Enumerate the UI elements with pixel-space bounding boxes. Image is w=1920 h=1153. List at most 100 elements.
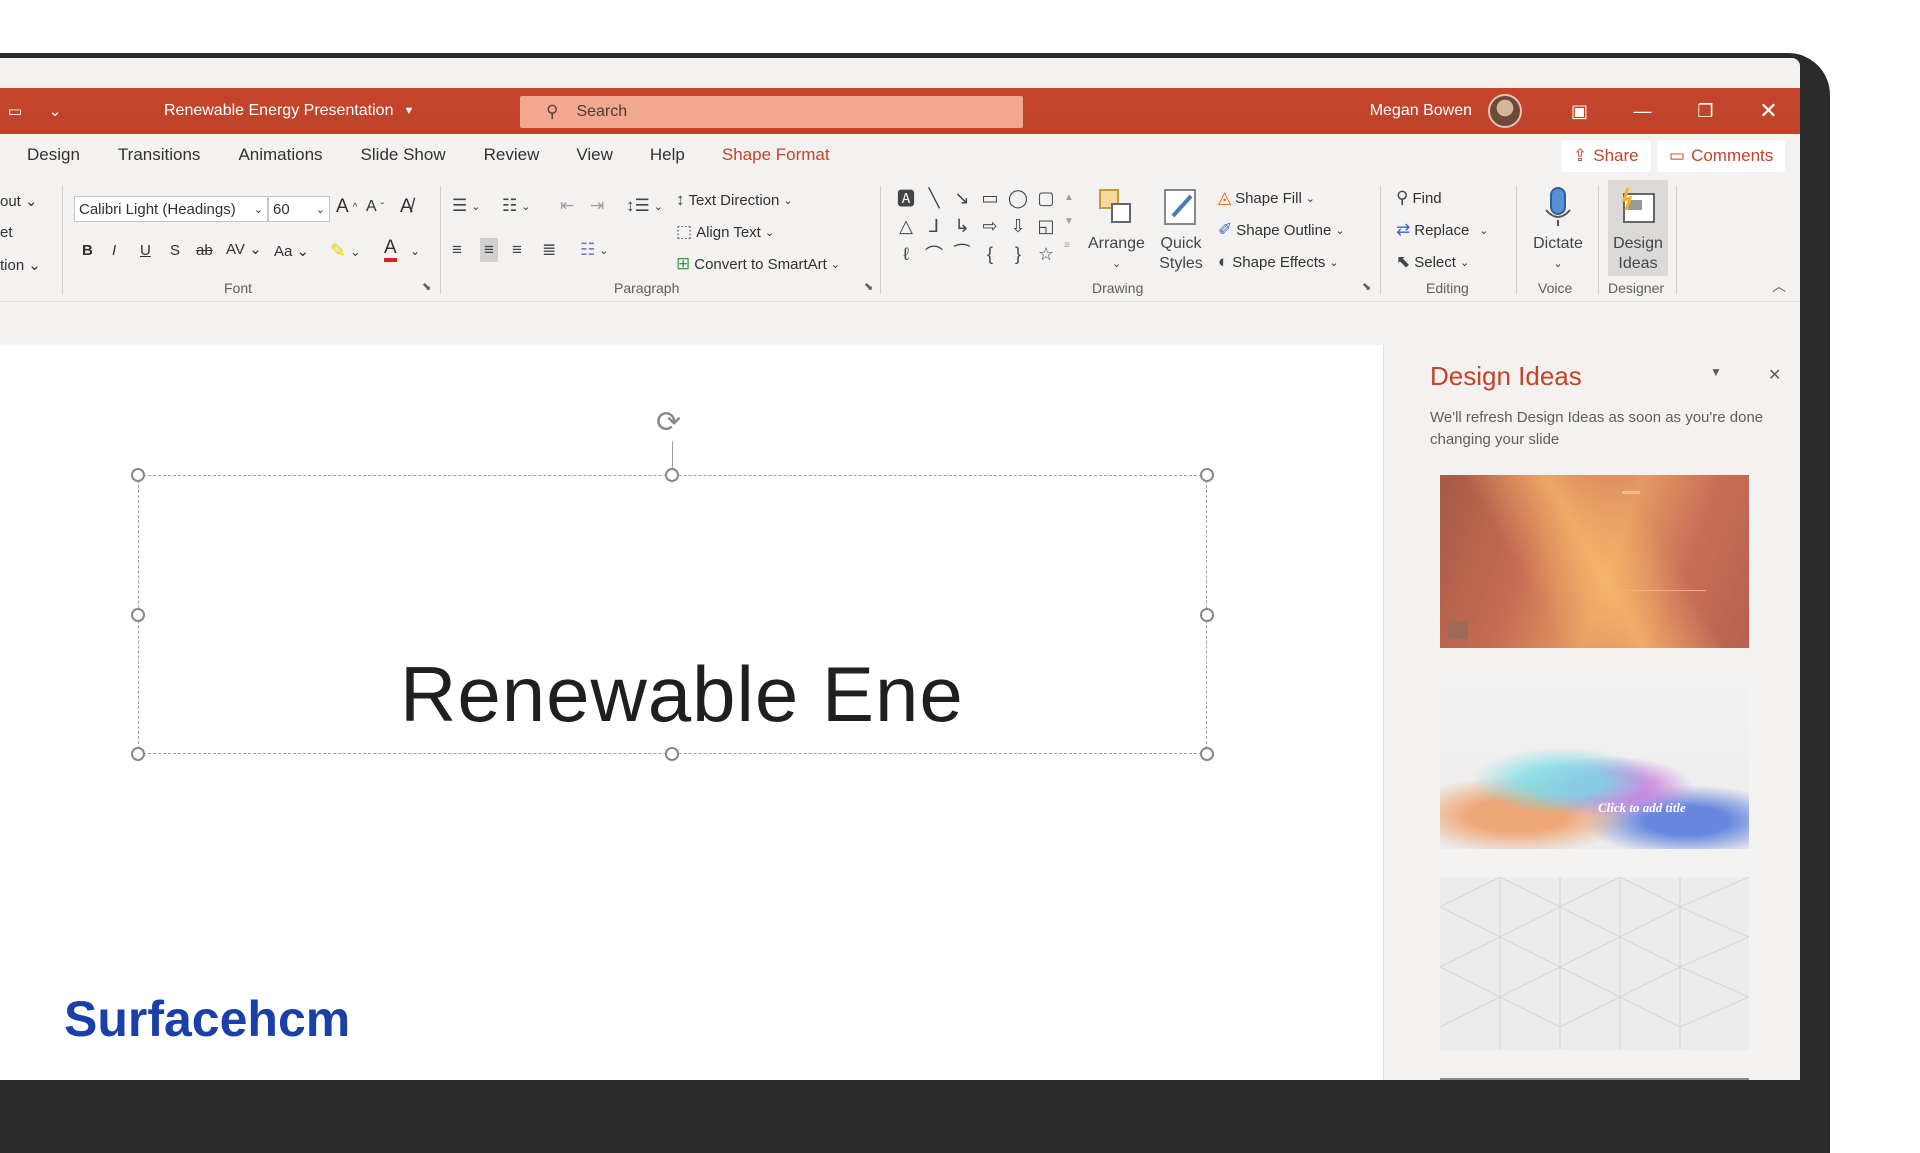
design-ideas-button[interactable]: Design Ideas <box>1608 180 1668 276</box>
section-partial-button[interactable]: tion ⌄ <box>0 256 41 275</box>
italic-icon[interactable]: I <box>112 242 116 259</box>
highlight-icon[interactable]: ✎ ⌄ <box>330 240 361 263</box>
left-brace-shape-icon[interactable]: { <box>976 240 1004 268</box>
tab-shape-format[interactable]: Shape Format <box>722 145 830 165</box>
reset-partial-button[interactable]: et <box>0 224 13 241</box>
elbow-arrow-icon[interactable]: ↳ <box>948 212 976 240</box>
close-icon[interactable]: ✕ <box>1768 365 1781 385</box>
tab-help[interactable]: Help <box>650 145 685 165</box>
font-size-dropdown[interactable]: 60 ⌄ <box>268 196 330 222</box>
convert-smartart-button[interactable]: ⊞ Convert to SmartArt ⌄ <box>676 254 840 274</box>
minimize-icon[interactable]: — <box>1611 101 1674 122</box>
search-box[interactable]: ⚲ Search <box>520 96 1023 128</box>
font-name-dropdown[interactable]: Calibri Light (Headings) ⌄ <box>74 196 268 222</box>
curve-shape-icon[interactable]: ⁀ <box>948 240 976 268</box>
slide-icon[interactable]: ▭ <box>0 102 30 120</box>
shapes-gallery[interactable]: 🅰 ╲ ↘ ▭ ◯ ▢ △ ⅃ ↳ ⇨ ⇩ ◱ ℓ ⌒ ⁀ { } ☆ <box>892 184 1067 270</box>
decrease-font-size-icon[interactable]: Aˇ <box>366 198 384 216</box>
arrow-line-shape-icon[interactable]: ↘ <box>948 184 976 212</box>
right-brace-shape-icon[interactable]: } <box>1004 240 1032 268</box>
down-arrow-shape-icon[interactable]: ⇩ <box>1004 212 1032 240</box>
decrease-indent-icon[interactable]: ⇤ <box>560 196 574 216</box>
elbow-connector-icon[interactable]: ⅃ <box>920 212 948 240</box>
bullets-icon[interactable]: ☰ ⌄ <box>452 196 480 216</box>
dialog-launcher-icon[interactable]: ⬊ <box>422 280 431 293</box>
slide-title-text[interactable]: Renewable Ene <box>400 649 964 740</box>
triangle-shape-icon[interactable]: △ <box>892 212 920 240</box>
replace-button[interactable]: ⇄ Replace ⌄ <box>1396 220 1489 240</box>
customize-qat-icon[interactable]: ⌄ <box>40 102 70 120</box>
align-left-icon[interactable]: ≡ <box>452 240 462 260</box>
close-icon[interactable]: ✕ <box>1737 98 1800 124</box>
layout-partial-button[interactable]: out ⌄ <box>0 192 37 211</box>
resize-handle-bottom-left[interactable] <box>131 747 145 761</box>
bold-icon[interactable]: B <box>82 242 93 259</box>
share-button[interactable]: ⇪ Share <box>1561 140 1651 172</box>
chevron-down-icon[interactable]: ▼ <box>1710 365 1722 379</box>
right-arrow-shape-icon[interactable]: ⇨ <box>976 212 1004 240</box>
gallery-scroll-icon[interactable]: ▲ ▼ ≡ <box>1064 186 1074 258</box>
resize-handle-top-right[interactable] <box>1200 468 1214 482</box>
star-shape-icon[interactable]: ☆ <box>1032 240 1060 268</box>
resize-handle-right[interactable] <box>1200 608 1214 622</box>
text-box-shape-icon[interactable]: 🅰 <box>892 184 920 212</box>
tab-animations[interactable]: Animations <box>238 145 322 165</box>
shape-fill-button[interactable]: ◬ Shape Fill ⌄ <box>1218 188 1315 208</box>
change-case-icon[interactable]: Aa ⌄ <box>274 242 309 260</box>
columns-icon[interactable]: ☷ ⌄ <box>580 240 608 260</box>
increase-indent-icon[interactable]: ⇥ <box>590 196 604 216</box>
line-spacing-icon[interactable]: ↕☰ ⌄ <box>626 196 663 216</box>
select-button[interactable]: ⬉ Select ⌄ <box>1396 252 1469 272</box>
shape-outline-button[interactable]: ✐ Shape Outline ⌄ <box>1218 220 1345 240</box>
dialog-launcher-icon[interactable]: ⬊ <box>1362 280 1371 293</box>
text-direction-button[interactable]: ↕ Text Direction ⌄ <box>676 190 793 210</box>
font-color-icon[interactable]: A <box>384 238 397 262</box>
tab-design[interactable]: Design <box>27 145 80 165</box>
tab-slide-show[interactable]: Slide Show <box>361 145 446 165</box>
underline-icon[interactable]: U <box>140 242 151 259</box>
arrange-button[interactable]: Arrange ⌄ <box>1088 186 1145 274</box>
justify-icon[interactable]: ≣ <box>542 240 556 260</box>
resize-handle-left[interactable] <box>131 608 145 622</box>
tab-view[interactable]: View <box>576 145 613 165</box>
strikethrough-icon[interactable]: ab <box>196 242 213 259</box>
tab-review[interactable]: Review <box>484 145 540 165</box>
chevron-down-icon[interactable]: ⌄ <box>410 244 420 258</box>
ribbon-display-options-icon[interactable]: ▣ <box>1548 101 1611 122</box>
increase-font-size-icon[interactable]: A ^ <box>336 196 357 218</box>
user-name[interactable]: Megan Bowen <box>1370 102 1472 120</box>
character-spacing-icon[interactable]: AV ⌄ <box>226 240 262 258</box>
arc-shape-icon[interactable]: ⌒ <box>920 240 948 268</box>
find-button[interactable]: ⚲ Find <box>1396 188 1442 208</box>
clear-formatting-icon[interactable]: A̸ <box>400 196 413 218</box>
text-shadow-icon[interactable]: S <box>170 242 180 259</box>
comments-button[interactable]: ▭ Comments <box>1657 140 1786 172</box>
rotate-handle-icon[interactable]: ⟳ <box>656 405 681 440</box>
flowchart-shape-icon[interactable]: ◱ <box>1032 212 1060 240</box>
design-idea-thumbnail[interactable] <box>1440 877 1749 1050</box>
align-text-button[interactable]: ⬚ Align Text ⌄ <box>676 222 774 242</box>
shape-effects-button[interactable]: ◐ Shape Effects ⌄ <box>1218 252 1339 272</box>
align-center-icon[interactable]: ≡ <box>480 238 498 262</box>
design-idea-thumbnail[interactable] <box>1440 475 1749 648</box>
rounded-rect-shape-icon[interactable]: ▢ <box>1032 184 1060 212</box>
rectangle-shape-icon[interactable]: ▭ <box>976 184 1004 212</box>
collapse-ribbon-icon[interactable]: ︿ <box>1772 276 1786 296</box>
resize-handle-top-left[interactable] <box>131 468 145 482</box>
document-title[interactable]: Renewable Energy Presentation ▼ <box>164 88 414 134</box>
dictate-button[interactable]: Dictate ⌄ <box>1528 186 1588 274</box>
resize-handle-bottom[interactable] <box>665 747 679 761</box>
align-right-icon[interactable]: ≡ <box>512 240 522 260</box>
quick-styles-button[interactable]: Quick Styles <box>1152 186 1210 274</box>
dialog-launcher-icon[interactable]: ⬊ <box>864 280 873 293</box>
design-idea-thumbnail[interactable]: Click to add title <box>1440 676 1749 849</box>
numbering-icon[interactable]: ☷ ⌄ <box>502 196 530 216</box>
tab-transitions[interactable]: Transitions <box>118 145 201 165</box>
resize-handle-top[interactable] <box>665 468 679 482</box>
oval-shape-icon[interactable]: ◯ <box>1004 184 1032 212</box>
restore-icon[interactable]: ❐ <box>1674 101 1737 122</box>
avatar[interactable] <box>1488 94 1522 128</box>
line-shape-icon[interactable]: ╲ <box>920 184 948 212</box>
freeform-shape-icon[interactable]: ℓ <box>892 240 920 268</box>
resize-handle-right-bottom[interactable] <box>1200 747 1214 761</box>
